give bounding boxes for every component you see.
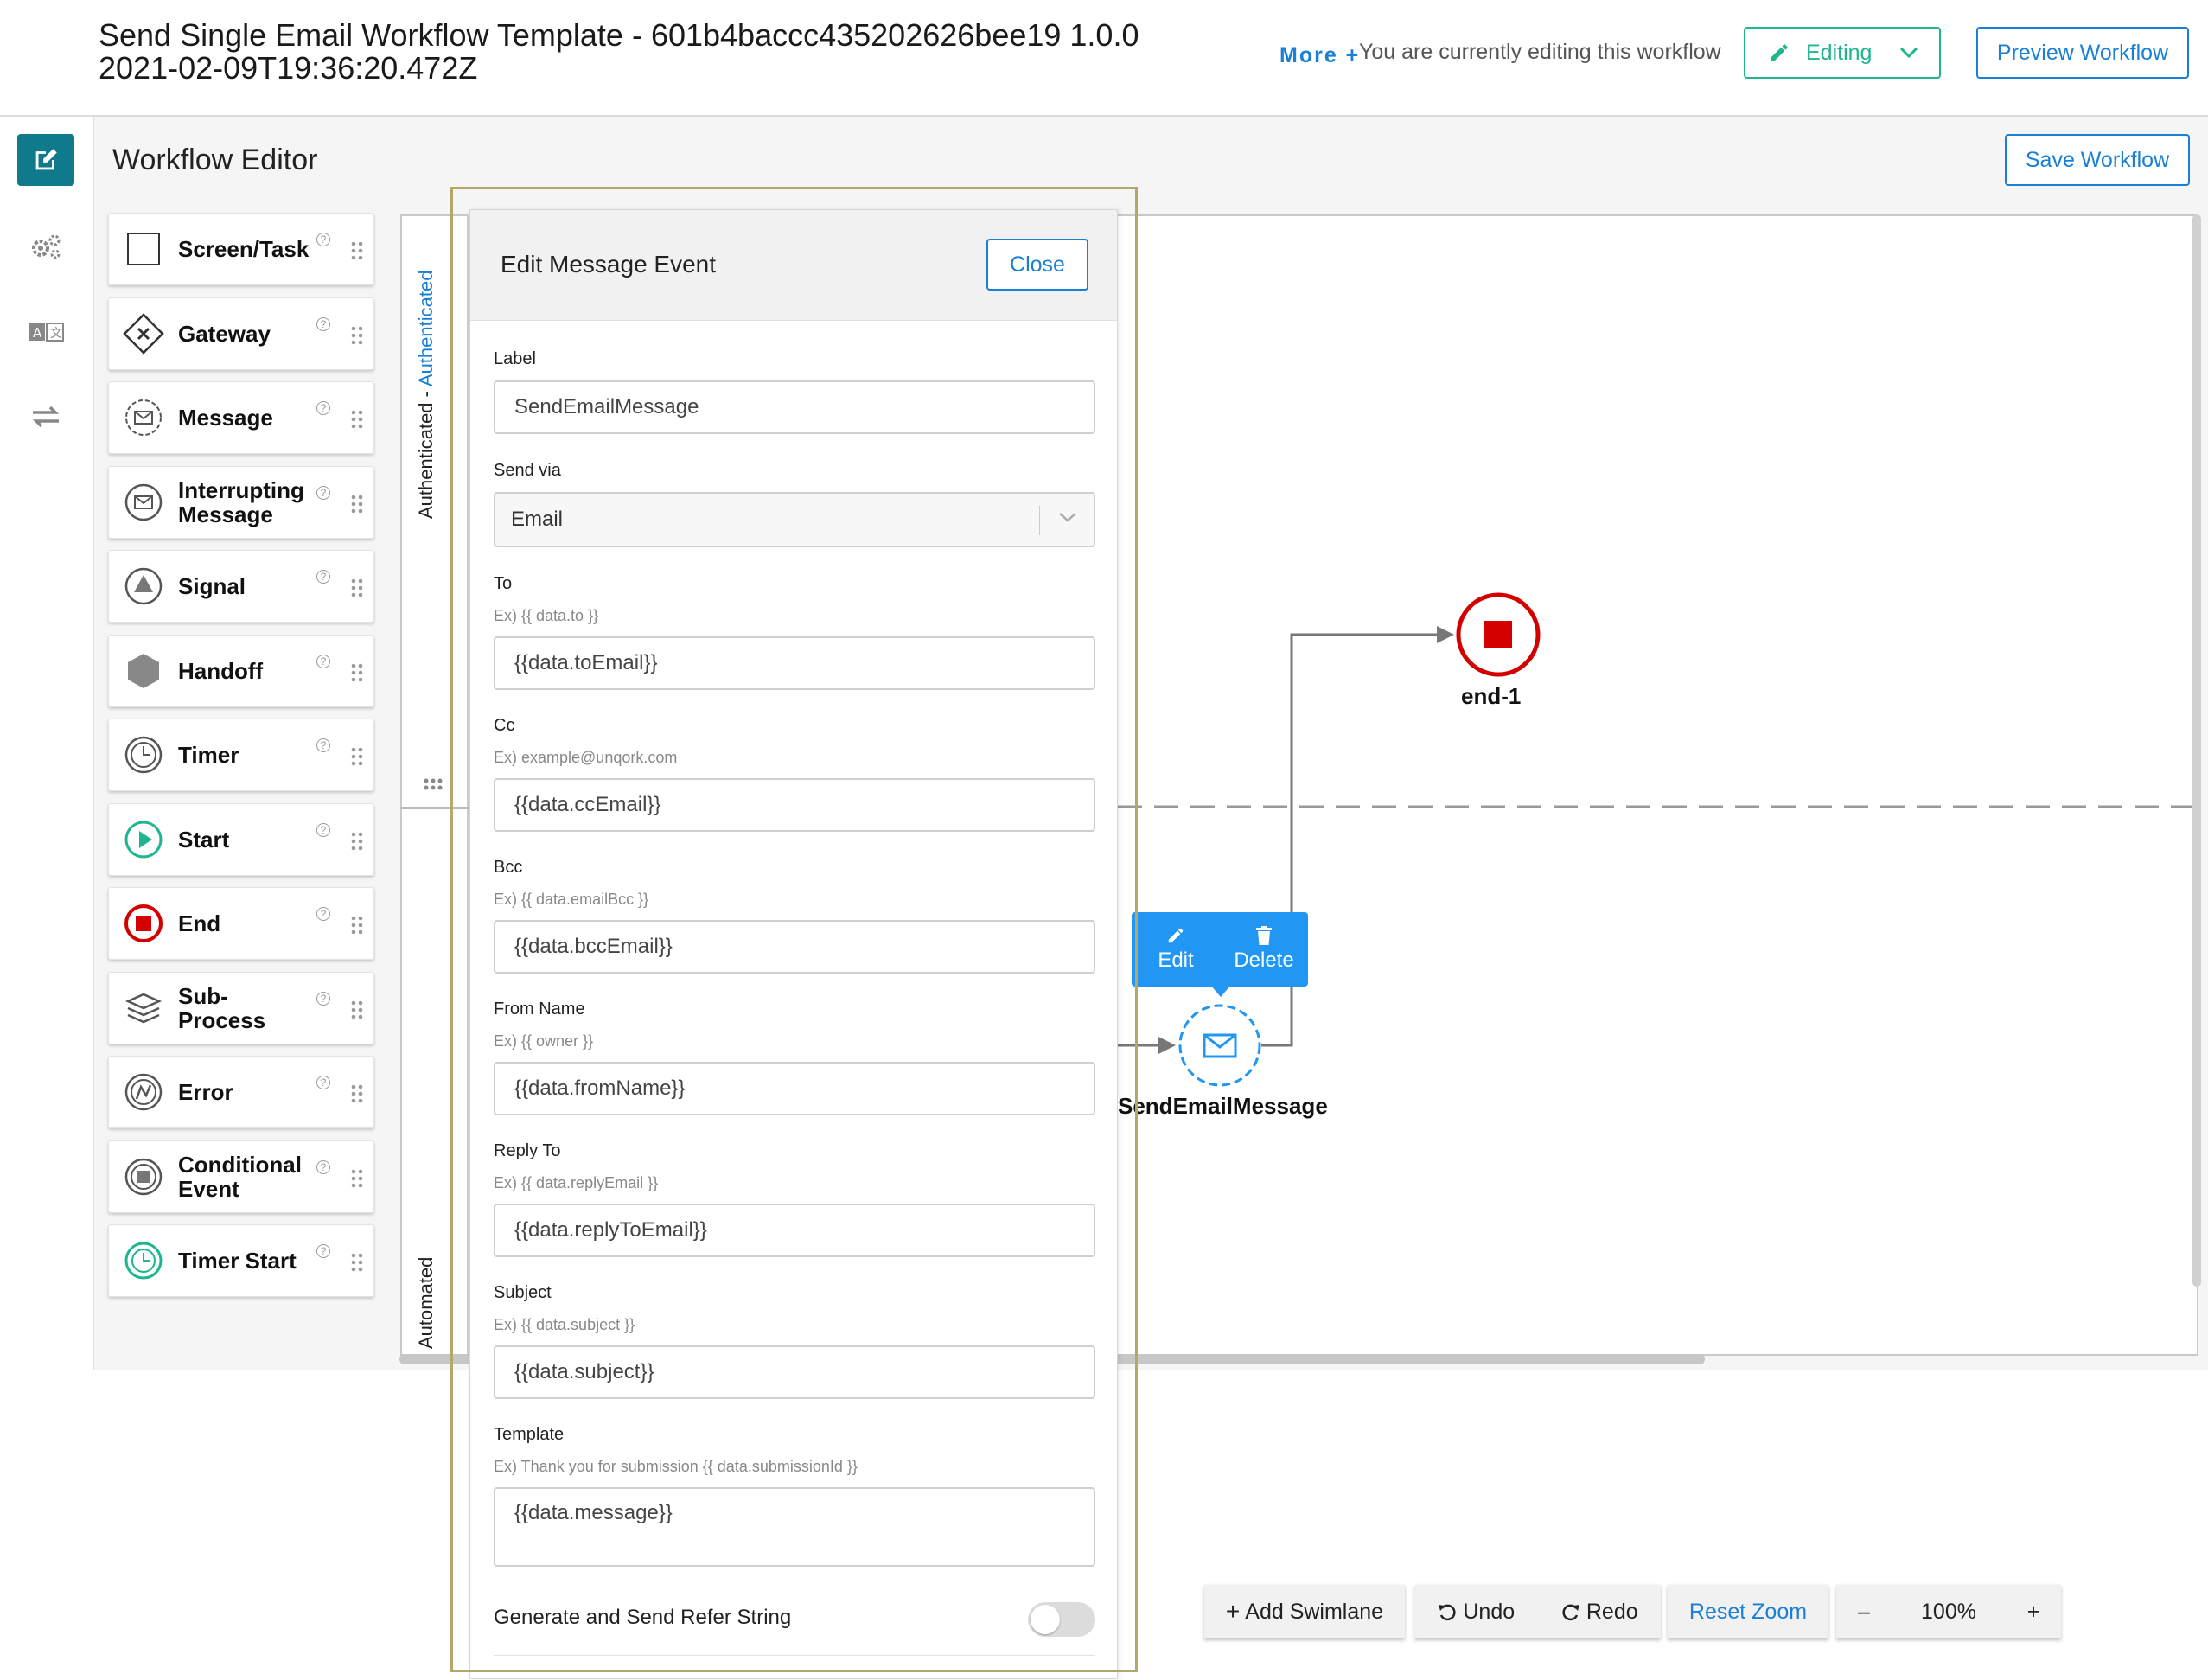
highlight-outline [450, 187, 1138, 1672]
message-node-label: SendEmailMessage [1118, 1093, 1328, 1119]
history-toolbar: Undo Redo [1414, 1585, 1661, 1638]
context-menu-pointer [1210, 985, 1231, 997]
undo-label: Undo [1463, 1599, 1516, 1624]
zoom-out-button[interactable]: – [1836, 1585, 1892, 1638]
trash-icon [1255, 926, 1273, 945]
add-swimlane-button[interactable]: + Add Swimlane [1204, 1585, 1405, 1638]
plus-icon: + [1225, 1598, 1241, 1625]
zoom-in-button[interactable]: + [2006, 1585, 2061, 1638]
redo-button[interactable]: Redo [1538, 1585, 1662, 1638]
redo-label: Redo [1586, 1599, 1638, 1624]
undo-icon [1437, 1601, 1458, 1622]
pencil-icon [1166, 926, 1185, 945]
envelope-icon [1178, 1004, 1261, 1087]
edit-node-button[interactable]: Edit [1132, 912, 1220, 987]
end-node[interactable] [1455, 591, 1541, 678]
reset-zoom-button[interactable]: Reset Zoom [1668, 1585, 1828, 1638]
end-node-label: end-1 [1461, 683, 1522, 709]
node-context-menu: Edit Delete [1132, 912, 1308, 987]
send-email-message-node[interactable] [1177, 1002, 1263, 1089]
zoom-level: 100% [1921, 1599, 1976, 1624]
reset-zoom-label: Reset Zoom [1688, 1599, 1808, 1624]
vertical-scrollbar[interactable] [2192, 214, 2201, 1287]
undo-button[interactable]: Undo [1414, 1585, 1538, 1638]
delete-node-label: Delete [1234, 949, 1294, 972]
add-swimlane-label: Add Swimlane [1245, 1599, 1384, 1624]
zoom-toolbar: – 100% + [1836, 1585, 2061, 1638]
end-node-icon [1456, 592, 1541, 677]
edit-node-label: Edit [1158, 949, 1194, 972]
delete-node-button[interactable]: Delete [1220, 912, 1308, 987]
redo-icon [1560, 1601, 1581, 1622]
